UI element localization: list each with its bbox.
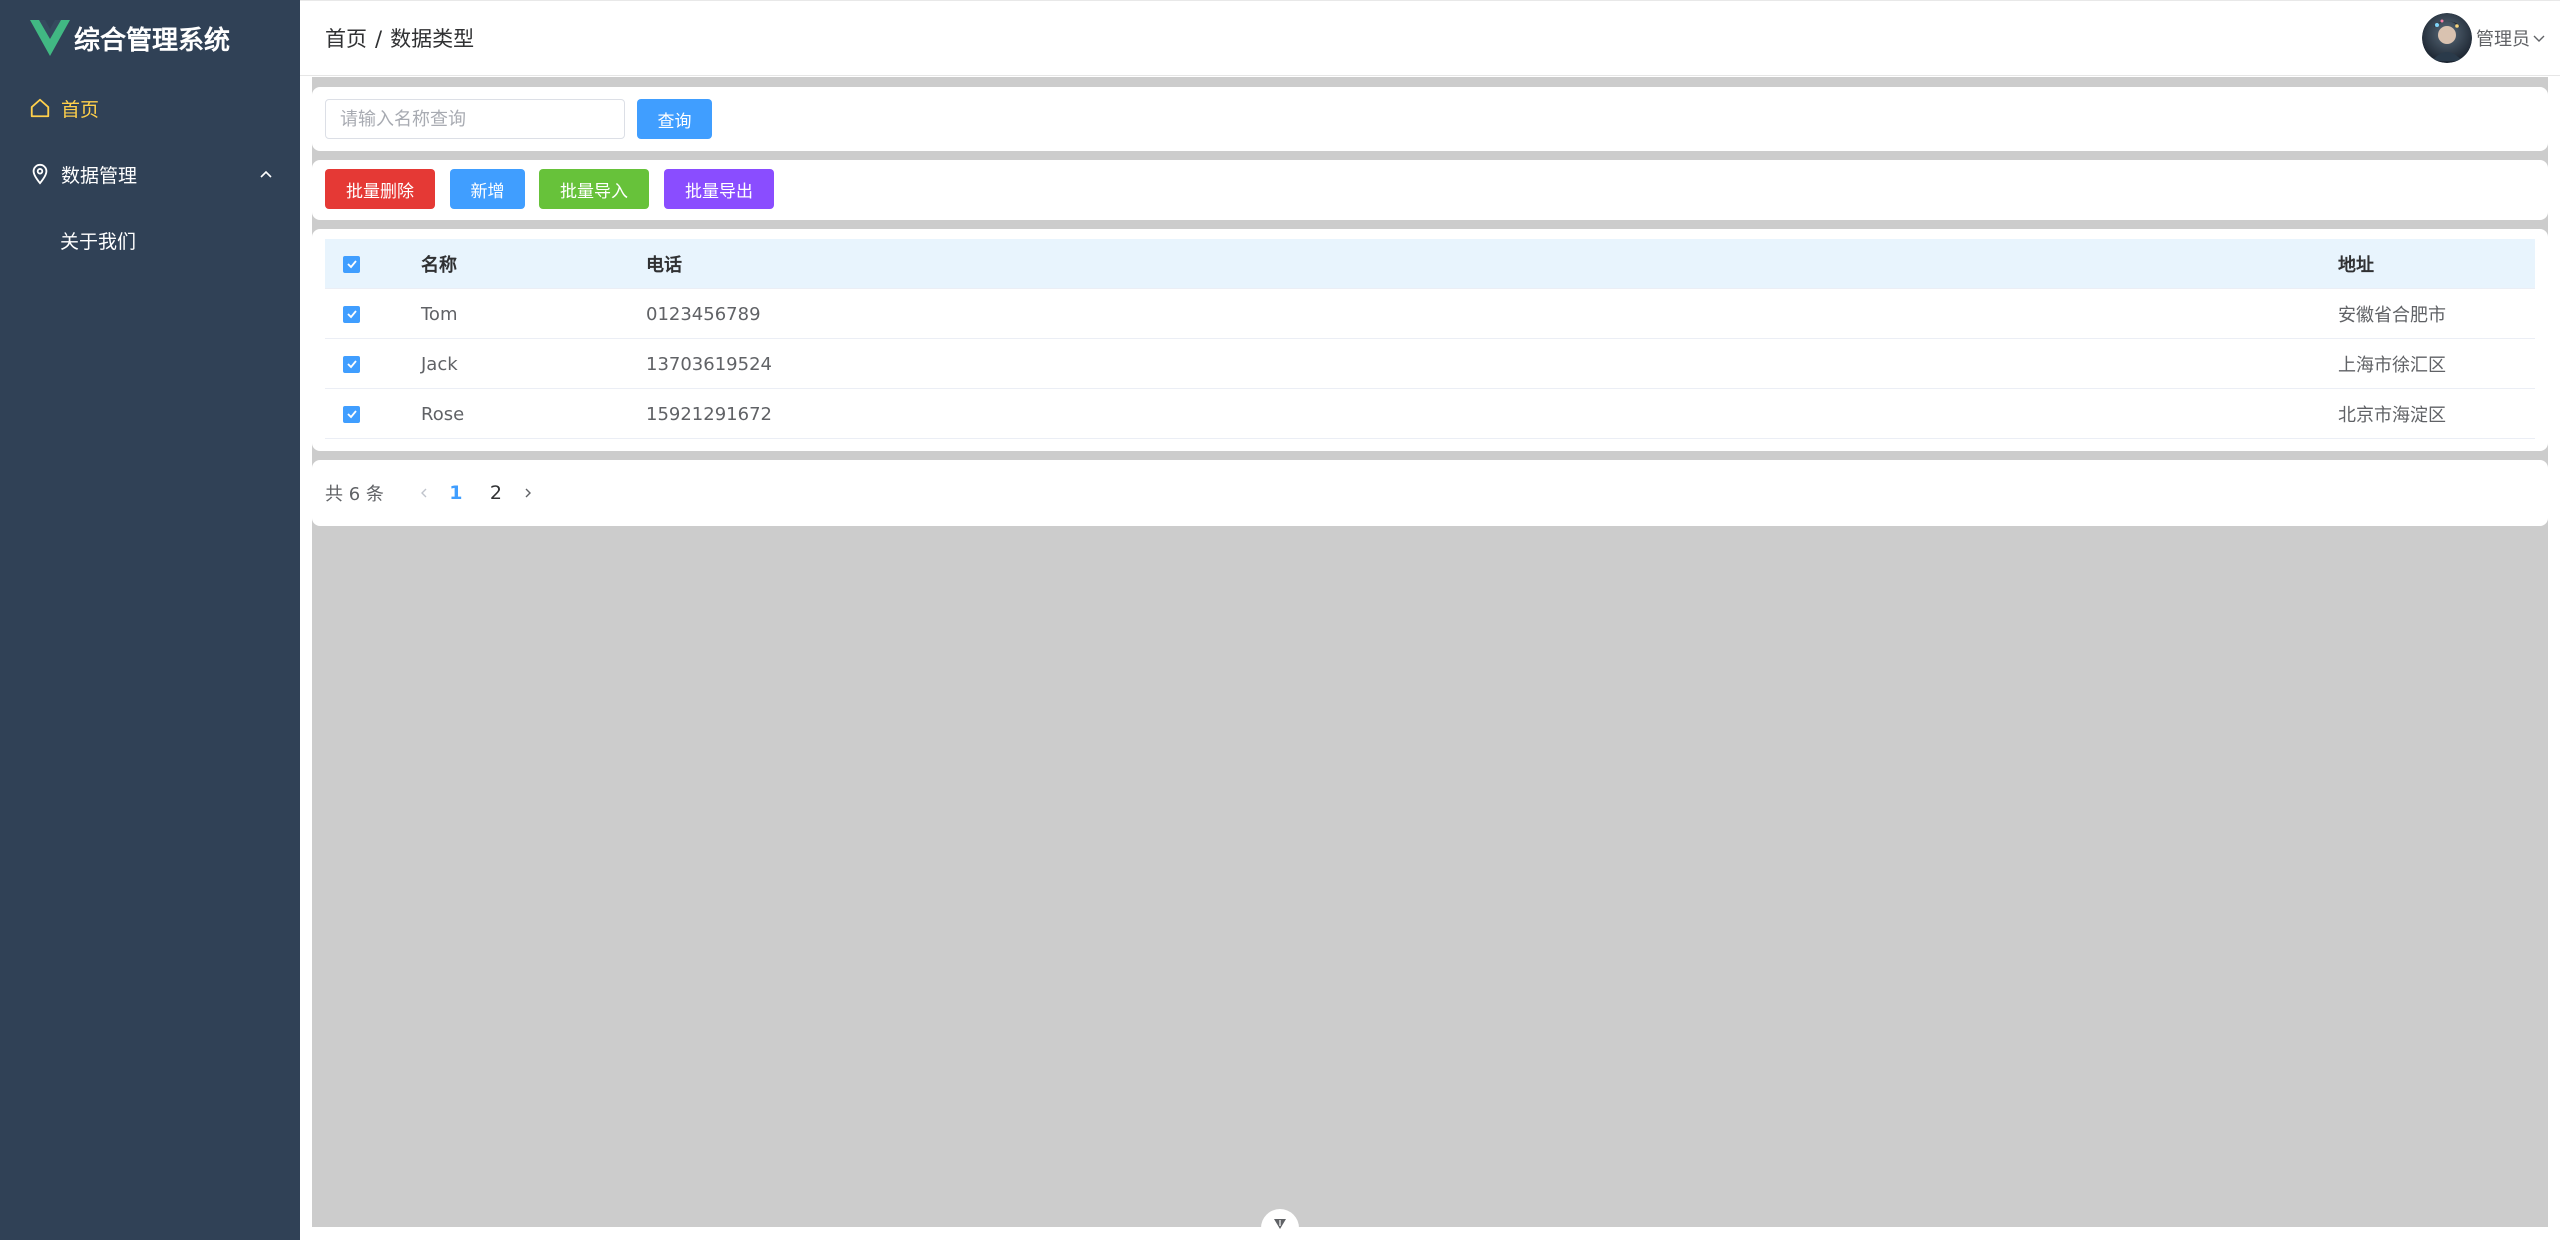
sidebar: 综合管理系统 首页 数据管理 关于我们 [0,0,300,1240]
table-row[interactable]: Tom 0123456789 安徽省合肥市 [325,289,2535,339]
main-content: 查询 批量删除 新增 批量导入 批量导出 名称 电话 地址 [300,77,2560,1240]
vue-logo-icon [30,20,70,56]
row-checkbox-cell [343,339,361,389]
location-icon [32,163,48,185]
column-header-phone[interactable]: 电话 [646,239,682,289]
cell-phone: 15921291672 [646,403,772,425]
pagination-card: 共 6 条 1 2 [312,460,2548,526]
row-checkbox[interactable] [343,355,360,373]
row-checkbox[interactable] [343,305,360,323]
next-page-button[interactable] [516,481,540,505]
row-checkbox-cell [343,389,361,439]
pagination-total: 共 6 条 [325,484,384,505]
sidebar-item-home-label: 首页 [61,98,100,121]
column-header-address[interactable]: 地址 [2338,239,2374,289]
app-root: 综合管理系统 首页 数据管理 关于我们 首页 / 数据类型 管理员 请输入名称查… [0,0,2560,1240]
check-icon [346,260,357,269]
add-button[interactable]: 新增 [450,169,525,209]
sidebar-item-about-us-label: 关于我们 [60,230,137,253]
user-name: 管理员 [2476,29,2530,50]
row-checkbox-cell [343,289,361,339]
toolbar-card: 批量删除 新增 批量导入 批量导出 [312,160,2548,220]
breadcrumb-separator: / [375,27,383,51]
sidebar-item-data-management[interactable]: 数据管理 [0,141,300,207]
batch-import-button[interactable]: 批量导入 [539,169,649,209]
breadcrumb: 首页 / 数据类型 [325,23,474,53]
table-header-row: 名称 电话 地址 [325,239,2535,289]
header-checkbox-cell [343,239,361,289]
chevron-right-icon [525,488,531,498]
top-header: 首页 / 数据类型 管理员 [300,0,2560,76]
check-icon [346,310,357,319]
row-checkbox[interactable] [343,405,360,423]
cell-name: Rose [421,403,465,425]
table-row[interactable]: Jack 13703619524 上海市徐汇区 [325,339,2535,389]
cell-address: 安徽省合肥市 [2338,305,2446,326]
page-number-1[interactable]: 1 [436,482,476,504]
prev-page-button[interactable] [412,481,436,505]
pagination: 共 6 条 1 2 [325,460,540,526]
sidebar-item-about-us[interactable]: 关于我们 [0,207,300,273]
cell-address: 北京市海淀区 [2338,405,2446,426]
cell-name: Tom [421,303,458,325]
breadcrumb-home[interactable]: 首页 [325,27,367,51]
page-number-2[interactable]: 2 [476,482,516,504]
data-table: 名称 电话 地址 Tom 0123456789 安徽省合肥市 Jack 1370… [325,239,2535,439]
query-button[interactable]: 查询 [637,99,712,139]
cell-phone: 13703619524 [646,353,772,375]
user-dropdown[interactable]: 管理员 [2422,13,2546,63]
chevron-up-icon [260,170,272,178]
home-icon [30,98,50,118]
select-all-checkbox[interactable] [343,255,360,273]
chevron-left-icon [420,488,427,498]
cell-address: 上海市徐汇区 [2338,355,2446,376]
breadcrumb-current: 数据类型 [390,27,475,51]
cell-phone: 0123456789 [646,303,761,325]
app-title: 综合管理系统 [74,25,231,56]
batch-delete-button[interactable]: 批量删除 [325,169,435,209]
logo: 综合管理系统 [28,16,230,60]
cell-name: Jack [421,353,458,375]
search-card: 查询 [312,87,2548,151]
triangle-down-icon [1274,1219,1286,1229]
search-input[interactable] [325,99,625,139]
avatar [2422,13,2472,63]
collapse-toggle-button[interactable] [1261,1209,1299,1240]
check-icon [346,360,357,369]
chevron-down-icon [2533,35,2545,42]
check-icon [346,410,357,419]
table-row[interactable]: Rose 15921291672 北京市海淀区 [325,389,2535,439]
sidebar-item-data-management-label: 数据管理 [61,164,138,187]
batch-export-button[interactable]: 批量导出 [664,169,774,209]
sidebar-item-home[interactable]: 首页 [0,75,300,141]
column-header-name[interactable]: 名称 [421,239,457,289]
table-card: 名称 电话 地址 Tom 0123456789 安徽省合肥市 Jack 1370… [312,229,2548,451]
